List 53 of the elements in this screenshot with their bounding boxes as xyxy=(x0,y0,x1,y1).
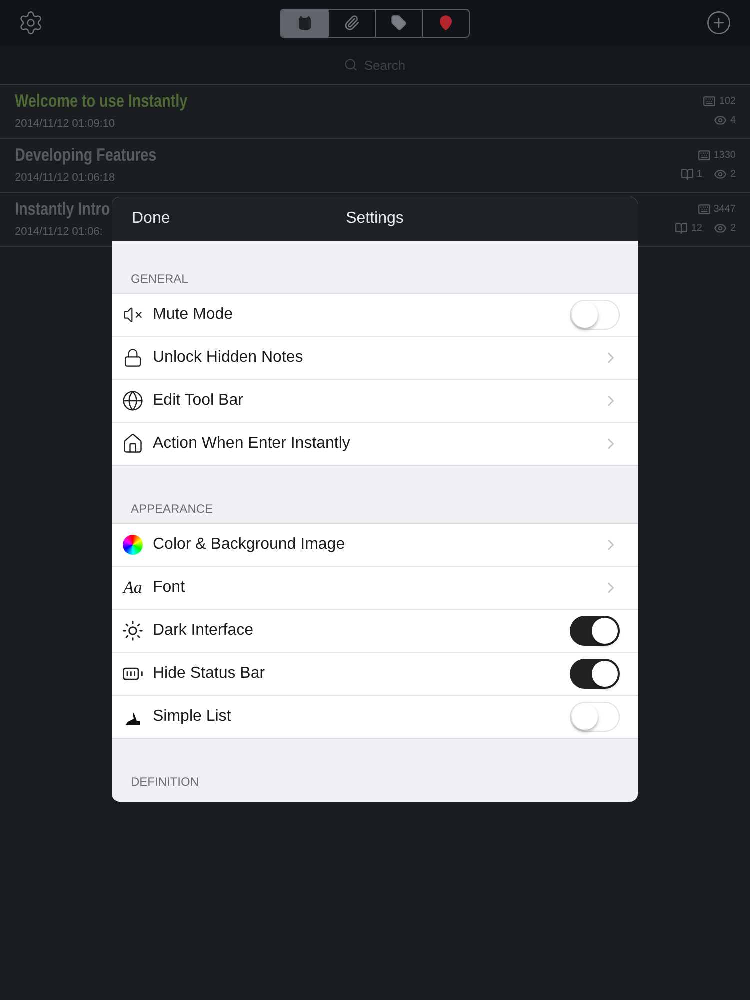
view-count: 2 xyxy=(730,223,736,234)
page-count: 1 xyxy=(696,169,702,180)
keyboard-icon xyxy=(698,203,711,216)
filter-segment[interactable] xyxy=(281,10,328,36)
setting-label: Edit Tool Bar xyxy=(153,392,244,410)
font-icon: Aa xyxy=(121,578,145,598)
keyboard-icon xyxy=(698,149,711,162)
setting-label: Simple List xyxy=(153,708,232,726)
char-count: 1330 xyxy=(714,150,736,161)
dialog-title: Settings xyxy=(346,210,404,228)
setting-label: Action When Enter Instantly xyxy=(153,435,352,453)
setting-label: Hide Status Bar xyxy=(153,665,266,683)
settings-icon[interactable] xyxy=(18,10,44,36)
toggle-switch[interactable] xyxy=(570,659,620,689)
note-date: 2014/11/12 01:09:10 xyxy=(15,118,116,130)
search-icon xyxy=(344,58,358,72)
toggle-switch[interactable] xyxy=(570,616,620,646)
note-title[interactable]: Instantly Intro xyxy=(15,199,110,220)
lock-icon xyxy=(123,348,143,368)
eye-icon xyxy=(714,222,728,235)
setting-label: Unlock Hidden Notes xyxy=(153,349,304,367)
note-date: 2014/11/12 01:06: xyxy=(15,226,104,238)
book-icon xyxy=(680,168,694,181)
pin-icon xyxy=(438,15,454,31)
globe-icon xyxy=(122,390,144,412)
page-count: 12 xyxy=(691,223,702,234)
cat-icon xyxy=(296,15,312,31)
char-count: 102 xyxy=(719,96,736,107)
note-title[interactable]: Welcome to use Instantly xyxy=(15,91,188,112)
setting-label: Color & Background Image xyxy=(153,536,346,554)
section-header: APPEARANCE xyxy=(130,501,214,518)
section-header: DEFINITION xyxy=(130,774,200,791)
done-button[interactable]: Done xyxy=(112,210,190,228)
char-count: 3447 xyxy=(714,204,736,215)
setting-label: Dark Interface xyxy=(153,622,254,640)
tag-icon xyxy=(391,15,407,31)
house-icon xyxy=(122,433,144,455)
color-wheel-icon xyxy=(123,535,143,555)
add-icon[interactable] xyxy=(706,10,732,36)
note-date: 2014/11/12 01:06:18 xyxy=(15,172,116,184)
book-icon xyxy=(675,222,688,235)
sun-icon xyxy=(122,620,144,642)
view-count: 4 xyxy=(730,115,736,126)
paperclip-icon xyxy=(344,15,360,31)
setting-label: Font xyxy=(153,579,186,597)
view-count: 2 xyxy=(730,169,736,180)
eye-icon xyxy=(714,114,728,127)
note-title[interactable]: Developing Features xyxy=(15,145,157,166)
section-header: GENERAL xyxy=(130,271,190,288)
speaker-muted-icon xyxy=(123,305,143,325)
eye-icon xyxy=(714,168,728,181)
setting-label: Mute Mode xyxy=(153,306,234,324)
keyboard-icon xyxy=(703,95,716,108)
